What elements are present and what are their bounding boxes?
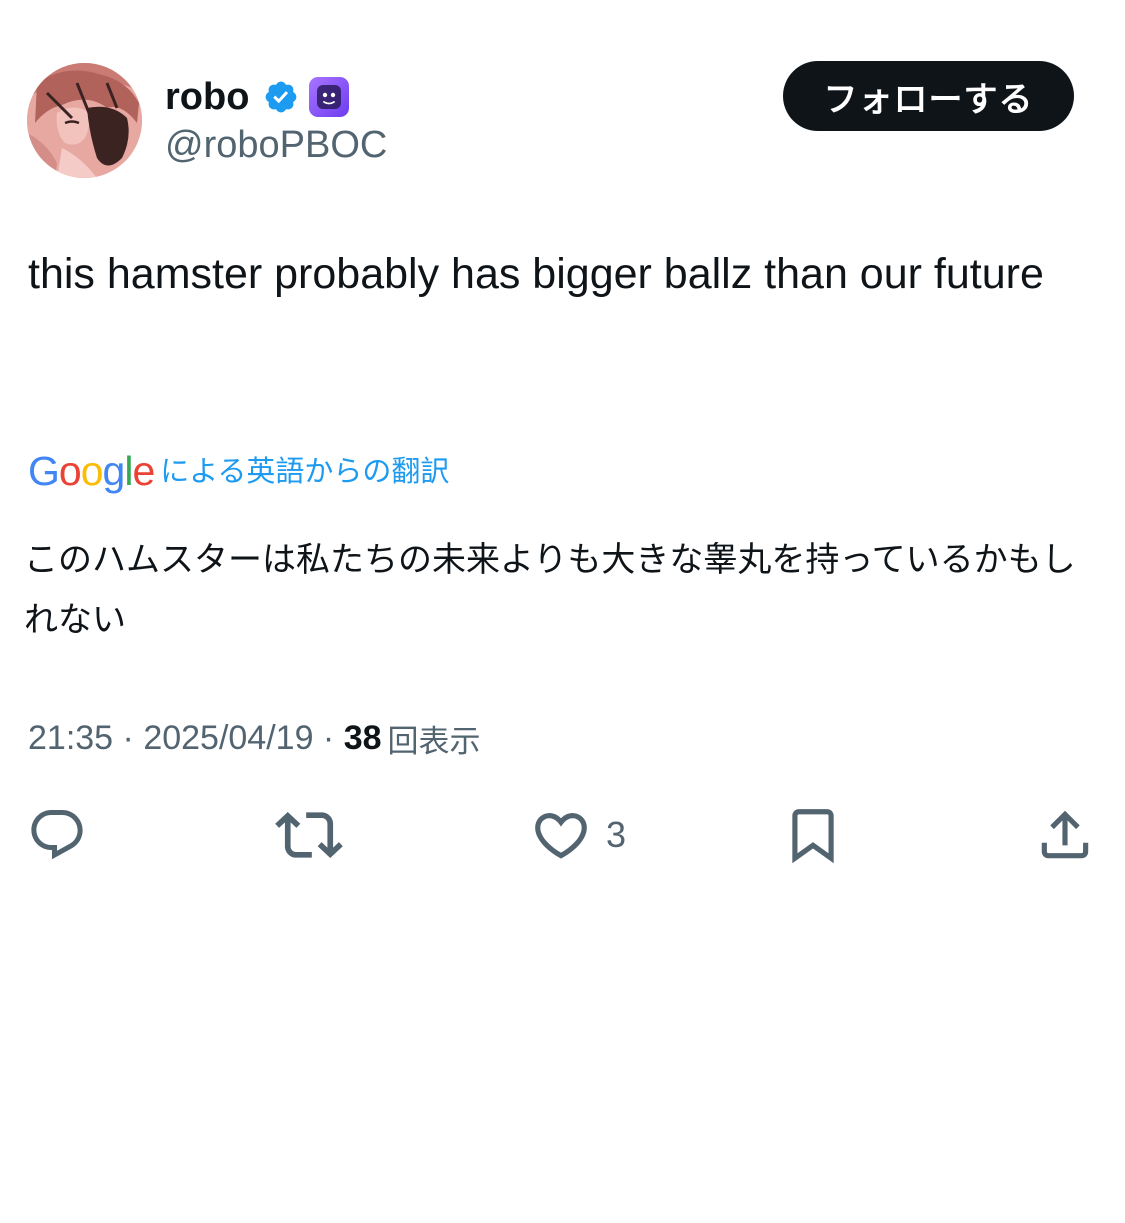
share-icon <box>1041 810 1089 859</box>
tweet-date[interactable]: 2025/04/19 <box>143 719 313 758</box>
reply-icon <box>31 810 83 860</box>
meta-separator: · <box>113 718 144 757</box>
avatar[interactable] <box>27 63 142 178</box>
affiliate-badge-icon[interactable] <box>309 77 350 117</box>
translated-text: このハムスターは私たちの未来よりも大きな睾丸を持っているかもしれない <box>24 540 1076 640</box>
google-logo-letter: o <box>80 448 104 494</box>
share-button[interactable] <box>1034 800 1096 870</box>
action-bar: 3 <box>0 800 1125 870</box>
google-logo-letter: g <box>102 448 126 494</box>
google-logo-letter: o <box>58 448 82 494</box>
tweet-text: this hamster probably has bigger ballz t… <box>28 250 1044 298</box>
google-logo-letter: e <box>132 448 155 494</box>
user-name-row: robo <box>165 72 350 122</box>
like-button[interactable]: 3 <box>530 800 626 870</box>
heart-icon <box>535 813 587 859</box>
follow-button[interactable]: フォローする <box>783 61 1074 131</box>
verified-badge-icon <box>263 79 299 115</box>
meta-separator: · <box>313 718 344 757</box>
like-count: 3 <box>606 814 627 855</box>
user-handle[interactable]: @roboPBOC <box>165 122 387 168</box>
retweet-icon <box>275 811 343 859</box>
views-label: 回表示 <box>387 723 481 760</box>
display-name[interactable]: robo <box>165 72 249 122</box>
google-logo: Google <box>28 446 155 496</box>
tweet-card: robo @roboPBOC フォローする this hamster proba… <box>0 0 1125 1223</box>
bookmark-button[interactable] <box>782 800 844 870</box>
reply-button[interactable] <box>27 800 87 870</box>
google-logo-letter: G <box>28 448 60 494</box>
views-count: 38 <box>343 718 382 757</box>
retweet-button[interactable] <box>275 800 343 870</box>
translation-attribution[interactable]: Google による英語からの翻訳 <box>28 446 449 496</box>
avatar-image <box>27 63 142 178</box>
tweet-meta: 21:35 · 2025/04/19 · 38 回表示 <box>28 713 481 763</box>
translation-label[interactable]: による英語からの翻訳 <box>160 446 449 496</box>
tweet-time[interactable]: 21:35 <box>28 719 113 758</box>
bookmark-icon <box>792 809 834 864</box>
